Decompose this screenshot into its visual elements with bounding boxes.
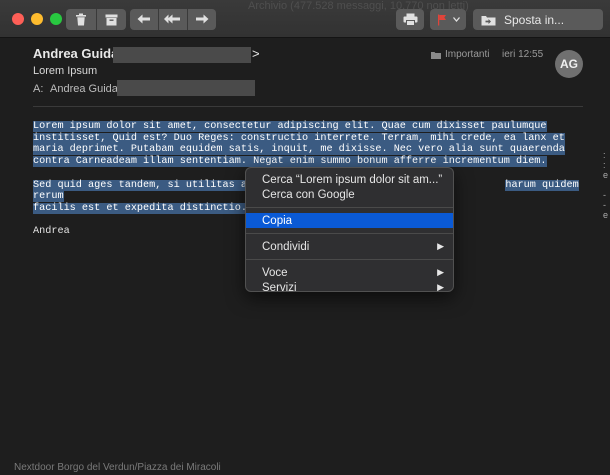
menu-item-copy[interactable]: Copia [246, 213, 453, 228]
message-header: Andrea Guida < > Lorem Ipsum A: Andrea G… [0, 39, 610, 109]
submenu-arrow-icon: ▶ [437, 241, 444, 251]
selected-paragraph-2-start: Sed quid ages tandem, si utilitas ab a [33, 179, 266, 191]
menu-item-search-selection[interactable]: Cerca “Lorem ipsum dolor sit am...” [246, 172, 453, 187]
avatar: AG [555, 50, 583, 78]
menu-item-services[interactable]: Servizi ▶ [246, 280, 453, 295]
reply-icon [137, 14, 150, 24]
recipient-name[interactable]: Andrea Guida [50, 83, 118, 95]
forward-icon [195, 14, 209, 24]
move-to-button[interactable]: Sposta in... [473, 9, 603, 30]
menu-item-voice[interactable]: Voce ▶ [246, 265, 453, 280]
header-divider [33, 106, 583, 107]
menu-separator [246, 259, 453, 260]
selected-paragraph-2-line2: facilis est et expedita distinctio. [33, 202, 247, 214]
message-subject: Lorem Ipsum [33, 65, 98, 77]
move-to-label: Sposta in... [504, 12, 565, 27]
printer-icon [403, 13, 417, 26]
move-folder-icon [481, 15, 496, 25]
background-window-edge: ::e--e [603, 150, 609, 220]
delete-button[interactable] [66, 9, 96, 30]
context-menu: Cerca “Lorem ipsum dolor sit am...” Cerc… [245, 167, 454, 295]
recipient-label: A: [33, 83, 44, 95]
background-list-item: Nextdoor Borgo del Verdun/Piazza dei Mir… [14, 462, 221, 473]
submenu-arrow-icon: ▶ [437, 282, 444, 292]
flag-button[interactable] [430, 9, 466, 30]
reply-group [130, 9, 216, 30]
minimize-window-button[interactable] [31, 13, 43, 25]
archive-icon [105, 14, 118, 25]
redacted-sender-email [113, 47, 251, 63]
folder-icon [431, 51, 441, 59]
close-window-button[interactable] [12, 13, 24, 25]
menu-separator [246, 233, 453, 234]
submenu-arrow-icon: ▶ [437, 267, 444, 277]
flag-icon [437, 14, 446, 25]
sender-bracket: > [252, 46, 260, 61]
reply-button[interactable] [130, 9, 158, 30]
mailbox-name: Importanti [445, 49, 490, 60]
message-date: ieri 12:55 [502, 49, 544, 60]
menu-item-share[interactable]: Condividi ▶ [246, 239, 453, 254]
menu-separator [246, 207, 453, 208]
zoom-window-button[interactable] [50, 13, 62, 25]
redacted-recipient-email [117, 80, 255, 96]
reply-all-button[interactable] [159, 9, 187, 30]
forward-button[interactable] [188, 9, 216, 30]
delete-archive-group [66, 9, 126, 30]
mailbox-label[interactable]: Importanti [431, 49, 489, 60]
print-button[interactable] [396, 9, 424, 30]
menu-item-search-google[interactable]: Cerca con Google [246, 187, 453, 202]
chevron-down-icon [452, 17, 460, 22]
archive-button[interactable] [97, 9, 127, 30]
window-toolbar: Archivio (477.528 messaggi, 10.770 non l… [0, 0, 610, 38]
trash-icon [75, 13, 86, 26]
reply-all-icon [164, 14, 181, 24]
selected-paragraph-1: Lorem ipsum dolor sit amet, consectetur … [33, 121, 565, 168]
